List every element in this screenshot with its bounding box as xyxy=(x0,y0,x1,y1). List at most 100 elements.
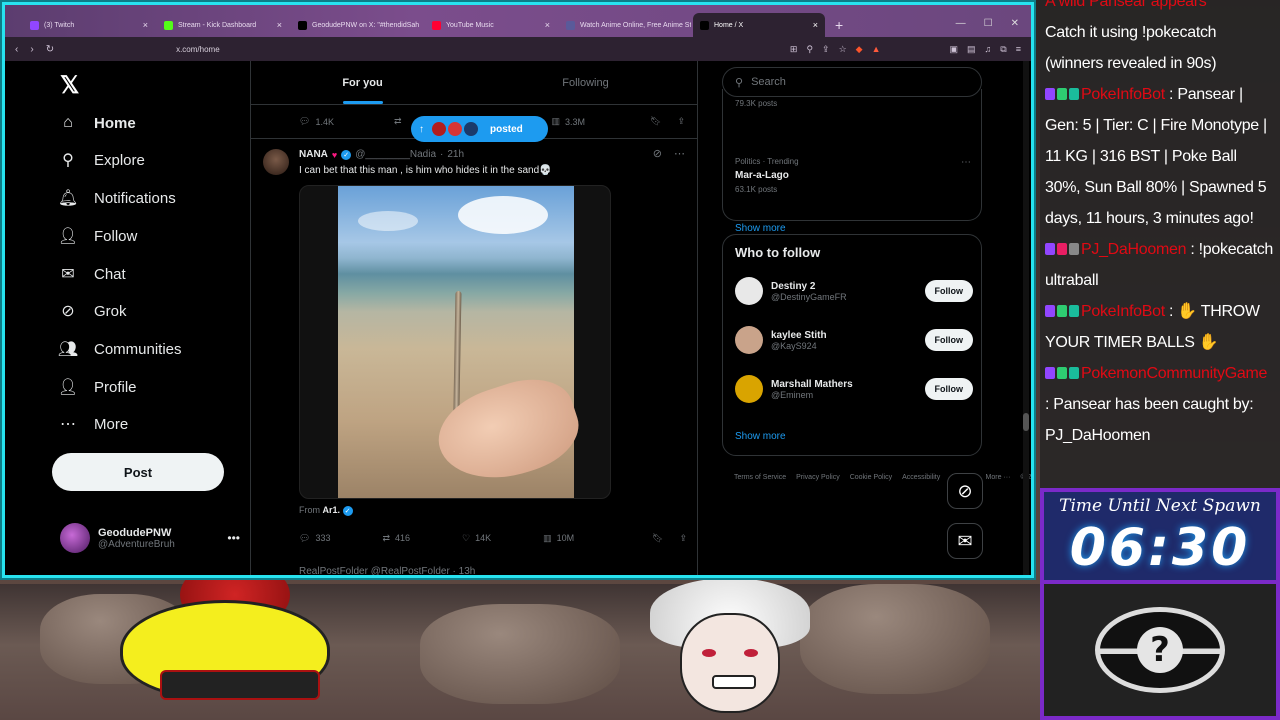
close-tab-icon[interactable]: × xyxy=(277,20,282,30)
browser-tab[interactable]: (3) Twitch × xyxy=(23,13,155,37)
footer-link[interactable]: Privacy Policy xyxy=(796,474,840,481)
chat-partial-line: A wild Pansear appears xyxy=(1045,0,1275,17)
tweet-time[interactable]: 21h xyxy=(447,149,464,160)
tab-following[interactable]: Following xyxy=(474,61,697,104)
follow-suggestion[interactable]: kaylee Stith @KayS924 Follow xyxy=(735,322,973,358)
more-dots-icon[interactable]: ⋯ xyxy=(674,147,685,160)
follow-button[interactable]: Follow xyxy=(924,378,973,400)
close-tab-icon[interactable]: × xyxy=(143,20,148,30)
reply-button[interactable]: 💬︎ 333 xyxy=(299,533,330,544)
x-logo-icon[interactable]: 𝕏 xyxy=(60,71,79,100)
tab-for-you[interactable]: For you xyxy=(251,61,474,104)
browser-tab[interactable]: Watch Anime Online, Free Anime Str× xyxy=(559,13,691,37)
footer-links: Terms of Service Privacy Policy Cookie Pol… xyxy=(734,469,1031,487)
nav-item-grok[interactable]: ⊘ Grok xyxy=(58,296,127,326)
extensions-icon[interactable]: ⧉ xyxy=(1000,44,1006,55)
nav-item-chat[interactable]: ✉ Chat xyxy=(58,259,125,289)
more-dots-icon[interactable]: ⋯ xyxy=(961,157,971,168)
avatar[interactable] xyxy=(735,326,763,354)
reload-icon[interactable]: ↻ xyxy=(46,44,54,55)
search-icon: ⚲ xyxy=(62,152,74,169)
avatar[interactable] xyxy=(263,149,289,175)
nav-item-communities[interactable]: 👥︎ Communities xyxy=(58,334,182,364)
bookmark-icon[interactable]: ☆ xyxy=(839,44,847,55)
share-icon[interactable]: ⇪ xyxy=(822,44,830,55)
footer-link[interactable]: Terms of Service xyxy=(734,474,786,481)
suggestion-name: Marshall Mathers xyxy=(771,378,853,390)
browser-tab[interactable]: YouTube Music × xyxy=(425,13,557,37)
repost-button[interactable]: ⇄ xyxy=(394,116,402,127)
like-button[interactable]: ♡ 14K xyxy=(462,533,491,544)
feed-tabs: For you Following xyxy=(251,61,697,105)
views-button[interactable]: ▥ 3.3M xyxy=(552,116,586,127)
brave-rewards-icon[interactable]: ▲ xyxy=(872,44,881,55)
close-window-icon[interactable]: ✕ xyxy=(1011,18,1019,29)
next-tweet-peek[interactable]: RealPostFolder @RealPostFolder · 13h xyxy=(299,566,475,575)
account-handle: @AdventureBruh xyxy=(98,538,175,550)
tweet-author-handle[interactable]: @________Nadia xyxy=(355,149,436,160)
music-icon[interactable]: ♫ xyxy=(985,44,992,55)
minimize-icon[interactable]: — xyxy=(956,18,966,29)
url-field[interactable]: x.com/home xyxy=(176,45,220,54)
nav-item-follow[interactable]: 👤︎ Follow xyxy=(58,221,138,251)
trend-item[interactable]: Politics · Trending Mar-a-Lago 63.1K pos… xyxy=(735,157,971,194)
share-button[interactable]: ⇪ xyxy=(679,533,687,544)
wallet-icon[interactable]: ▤ xyxy=(967,44,976,55)
follow-button[interactable]: Follow xyxy=(924,329,973,351)
follow-suggestion[interactable]: Destiny 2 @DestinyGameFR Follow xyxy=(735,273,973,309)
avatar[interactable] xyxy=(735,277,763,305)
messages-floating-icon[interactable]: ✉ xyxy=(947,523,983,559)
bookmark-button[interactable]: 🔖︎ xyxy=(650,116,661,127)
more-dots-icon[interactable]: ••• xyxy=(227,531,240,545)
grok-icon[interactable]: ⊘ xyxy=(653,147,662,160)
footer-link[interactable]: Cookie Policy xyxy=(850,474,892,481)
nav-item-explore[interactable]: ⚲ Explore xyxy=(58,145,145,175)
footer-link[interactable]: More ··· xyxy=(986,474,1011,481)
back-icon[interactable]: ‹ xyxy=(15,44,18,55)
views-button[interactable]: ▥ 10M xyxy=(543,533,574,544)
nav-item-profile[interactable]: 👤︎ Profile xyxy=(58,372,137,402)
scrollbar-thumb[interactable] xyxy=(1023,413,1029,431)
menu-icon[interactable]: ≡ xyxy=(1016,44,1021,55)
chat-text: : Pansear | Gen: 5 | Tier: C | Fire Mono… xyxy=(1045,86,1267,227)
grok-floating-icon[interactable]: ⊘ xyxy=(947,473,983,509)
browser-tab[interactable]: GeodudePNW on X: "#thendidSah× xyxy=(291,13,423,37)
follow-suggestion[interactable]: Marshall Mathers @Eminem Follow xyxy=(735,371,973,407)
nav-item-label: Grok xyxy=(94,302,127,320)
browser-tab[interactable]: Home / X × xyxy=(693,13,825,37)
account-switcher[interactable]: GeodudePNW @AdventureBruh ••• xyxy=(60,521,240,555)
tweet[interactable]: NANA ♥ ✓ @________Nadia · 21h ⊘ ⋯ I can … xyxy=(251,139,697,543)
from-author[interactable]: Ar1. xyxy=(323,505,341,515)
chat-text: Catch it using !pokecatch (winners revea… xyxy=(1045,24,1217,72)
footer-link[interactable]: Accessibility xyxy=(902,474,940,481)
show-more-follow-link[interactable]: Show more xyxy=(735,431,786,442)
new-tab-button[interactable]: + xyxy=(827,17,851,37)
follow-suggestion-text: Marshall Mathers @Eminem xyxy=(771,379,853,400)
nav-item-more[interactable]: ⋯ More xyxy=(58,409,128,439)
brave-shield-icon[interactable]: ◆ xyxy=(856,44,863,55)
close-tab-icon[interactable]: × xyxy=(813,20,818,30)
post-button[interactable]: Post xyxy=(52,453,224,491)
install-icon[interactable]: ⊞ xyxy=(790,44,798,55)
tweet-author-name[interactable]: NANA xyxy=(299,149,328,160)
show-more-trends-link[interactable]: Show more xyxy=(735,223,786,234)
trend-title: Mar-a-Lago xyxy=(735,170,789,181)
zoom-icon[interactable]: ⚲ xyxy=(806,44,813,55)
follow-button[interactable]: Follow xyxy=(924,280,973,302)
bookmark-button[interactable]: 🔖︎ xyxy=(652,533,663,544)
scrollbar[interactable] xyxy=(1023,61,1029,575)
search-input[interactable]: ⚲ Search xyxy=(722,67,982,97)
maximize-icon[interactable]: ☐ xyxy=(984,18,993,29)
share-button[interactable]: ⇪ xyxy=(677,116,685,127)
tweet-video[interactable] xyxy=(299,185,611,499)
forward-icon[interactable]: › xyxy=(30,44,33,55)
avatar[interactable] xyxy=(735,375,763,403)
sidebar-icon[interactable]: ▣ xyxy=(950,44,959,55)
nav-item-notifications[interactable]: 🔔︎ Notifications xyxy=(58,183,176,213)
suggestion-handle: @DestinyGameFR xyxy=(771,291,847,302)
reply-button[interactable]: 💬︎ 1.4K xyxy=(299,116,334,127)
browser-tab[interactable]: Stream - Kick Dashboard × xyxy=(157,13,289,37)
close-tab-icon[interactable]: × xyxy=(545,20,550,30)
repost-button[interactable]: ⇄ 416 xyxy=(382,533,410,544)
nav-item-home[interactable]: ⌂ Home xyxy=(58,108,136,138)
